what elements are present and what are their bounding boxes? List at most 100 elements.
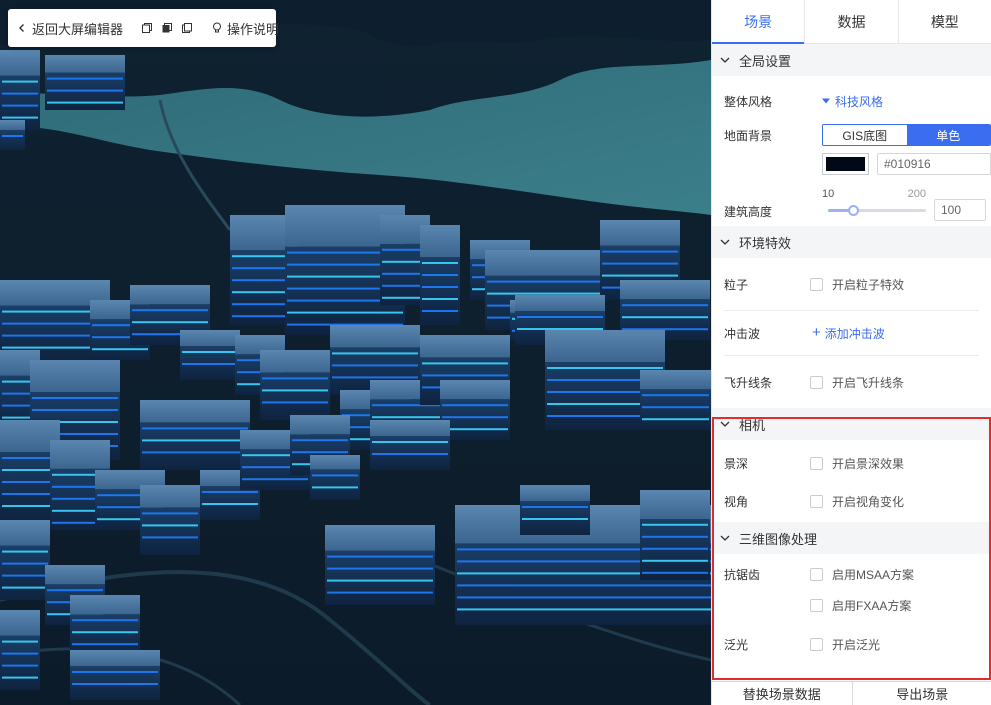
ground-label: 地面背景 — [724, 128, 773, 143]
msaa-checkbox[interactable] — [810, 567, 823, 581]
ground-segmented: GIS底图 单色 — [822, 124, 991, 146]
dof-label: 景深 — [724, 456, 749, 471]
section-camera-header[interactable]: 相机 — [712, 408, 991, 440]
ground-option-solid[interactable]: 单色 — [906, 125, 990, 145]
help-button[interactable]: 操作说明 — [211, 19, 279, 38]
style-dropdown[interactable]: 科技风格 — [822, 93, 883, 110]
settings-panel: 场景 数据 模型 全局设置 整体风格 科技风格 地面背景 GIS底图 单色 #0… — [711, 0, 991, 705]
replace-data-button[interactable]: 替换场景数据 — [712, 682, 853, 705]
height-input[interactable] — [934, 199, 986, 221]
fxaa-checkbox[interactable] — [810, 598, 823, 612]
building — [640, 490, 710, 580]
slider-handle[interactable] — [847, 205, 859, 216]
view-label: 视角 — [724, 494, 749, 509]
chevron-down-icon — [720, 57, 730, 63]
panel-footer: 替换场景数据 导出场景 — [712, 681, 991, 705]
building — [180, 330, 240, 380]
section-global-header[interactable]: 全局设置 — [712, 44, 991, 76]
building — [520, 485, 590, 535]
row-ground: 地面背景 GIS底图 单色 — [712, 124, 991, 146]
row-view: 视角 开启视角变化 — [712, 480, 991, 522]
fxaa-option-label: 启用FXAA方案 — [832, 598, 912, 613]
building — [260, 350, 330, 420]
layer-stack-icon[interactable] — [161, 21, 173, 35]
building — [370, 420, 450, 470]
section-camera-title: 相机 — [739, 417, 766, 433]
section-env-header[interactable]: 环境特效 — [712, 226, 991, 258]
msaa-option[interactable]: 启用MSAA方案 — [810, 566, 914, 583]
back-button[interactable]: 返回大屏编辑器 — [16, 19, 123, 38]
view-option[interactable]: 开启视角变化 — [810, 493, 904, 510]
chevron-down-icon — [720, 239, 730, 245]
chevron-down-icon — [720, 421, 730, 427]
style-label: 整体风格 — [724, 94, 773, 109]
building — [440, 380, 510, 440]
section-image-header[interactable]: 三维图像处理 — [712, 522, 991, 554]
row-style: 整体风格 科技风格 — [712, 76, 991, 126]
bulb-icon — [211, 22, 223, 34]
slider-track — [828, 205, 926, 216]
bloom-checkbox[interactable] — [810, 637, 823, 651]
msaa-option-label: 启用MSAA方案 — [832, 567, 915, 582]
row-flyline: 飞升线条 开启飞升线条 — [712, 356, 991, 408]
building — [0, 120, 25, 150]
caret-down-icon — [822, 98, 830, 104]
height-label: 建筑高度 — [724, 204, 773, 219]
layer-paste-icon[interactable] — [181, 21, 193, 35]
aa-label: 抗锯齿 — [724, 567, 761, 582]
row-aa-msaa: 抗锯齿 启用MSAA方案 — [712, 554, 991, 590]
tab-scene[interactable]: 场景 — [712, 0, 806, 44]
building — [70, 650, 160, 700]
particle-option[interactable]: 开启粒子特效 — [810, 276, 904, 293]
building — [325, 525, 435, 605]
row-aa-fxaa: 启用FXAA方案 — [712, 590, 991, 620]
height-max-label: 200 — [907, 188, 926, 200]
bloom-option-label: 开启泛光 — [832, 637, 881, 652]
row-particle: 粒子 开启粒子特效 — [712, 258, 991, 310]
view-checkbox[interactable] — [810, 494, 823, 508]
bloom-option[interactable]: 开启泛光 — [810, 636, 880, 653]
row-bloom: 泛光 开启泛光 — [712, 620, 991, 668]
add-wave-button[interactable]: + 添加冲击波 — [812, 325, 885, 342]
view-option-label: 开启视角变化 — [832, 494, 905, 509]
flyline-label: 飞升线条 — [724, 375, 773, 390]
row-color — [712, 144, 991, 184]
building — [420, 225, 460, 325]
back-label: 返回大屏编辑器 — [32, 21, 124, 37]
building — [0, 50, 40, 130]
building — [140, 400, 250, 470]
particle-checkbox[interactable] — [810, 277, 823, 291]
plus-icon: + — [812, 324, 821, 341]
section-env-title: 环境特效 — [739, 235, 792, 251]
city-scene-render — [0, 0, 711, 705]
help-label: 操作说明 — [227, 21, 280, 37]
city-3d-viewport[interactable] — [0, 0, 711, 705]
wave-label: 冲击波 — [724, 326, 761, 341]
section-global-title: 全局设置 — [739, 53, 792, 69]
section-image-title: 三维图像处理 — [739, 531, 818, 547]
chevron-down-icon — [720, 535, 730, 541]
flyline-option[interactable]: 开启飞升线条 — [810, 374, 904, 391]
ground-option-gis[interactable]: GIS底图 — [823, 125, 907, 145]
add-wave-label: 添加冲击波 — [824, 326, 885, 341]
dof-checkbox[interactable] — [810, 456, 823, 470]
row-wave: 冲击波 + 添加冲击波 — [712, 311, 991, 355]
flyline-option-label: 开启飞升线条 — [832, 375, 905, 390]
tab-data[interactable]: 数据 — [805, 0, 899, 43]
color-input[interactable] — [877, 153, 991, 175]
color-swatch[interactable] — [822, 153, 869, 175]
height-slider[interactable]: 10 200 — [822, 188, 926, 222]
layer-copy-icon[interactable] — [141, 21, 153, 35]
height-min-label: 10 — [822, 188, 835, 200]
fxaa-option[interactable]: 启用FXAA方案 — [810, 597, 911, 614]
dof-option[interactable]: 开启景深效果 — [810, 455, 904, 472]
bloom-label: 泛光 — [724, 637, 749, 652]
back-icon — [16, 22, 28, 34]
building — [0, 610, 40, 690]
flyline-checkbox[interactable] — [810, 375, 823, 389]
export-scene-button[interactable]: 导出场景 — [852, 682, 991, 705]
row-height: 建筑高度 10 200 — [712, 184, 991, 226]
particle-option-label: 开启粒子特效 — [832, 277, 905, 292]
tab-model[interactable]: 模型 — [899, 0, 991, 43]
building — [140, 485, 200, 555]
